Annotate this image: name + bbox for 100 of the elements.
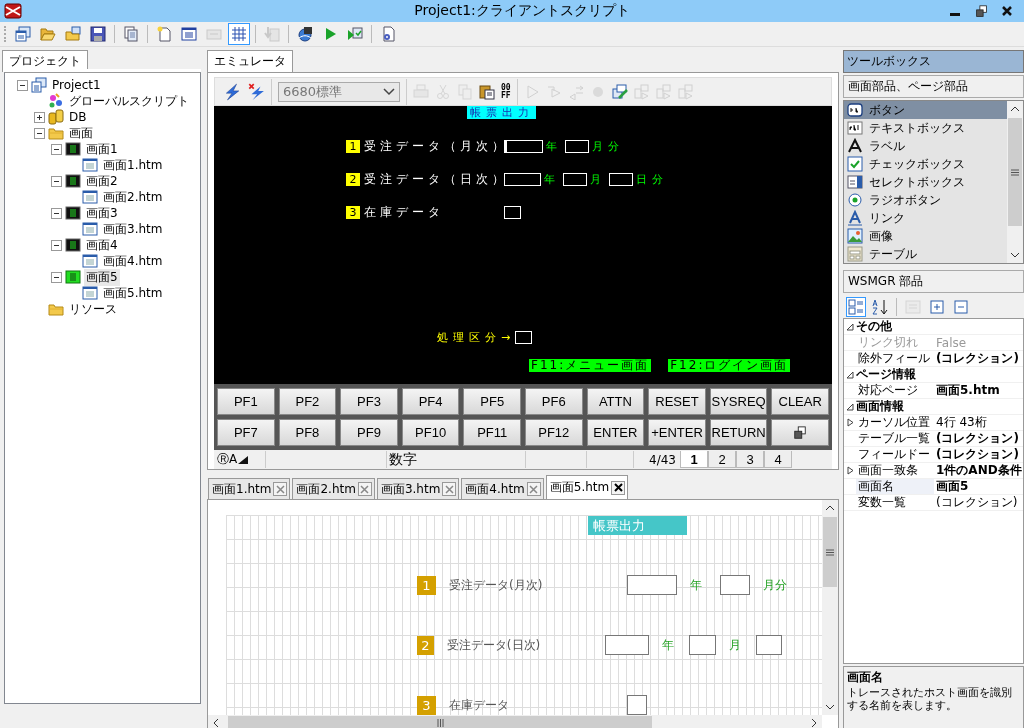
collapse-icon[interactable] [51,271,62,283]
page-tab[interactable]: 3 [736,451,764,468]
document-tab[interactable]: 画面2.htm [292,478,375,499]
collapse-icon[interactable] [846,322,854,331]
input-field[interactable] [720,575,750,595]
vertical-scrollbar[interactable] [822,500,838,715]
panel-tab[interactable]: エミュレータ [207,50,293,72]
input-field[interactable] [604,635,650,655]
property-value[interactable]: 画面5 [934,478,1023,496]
group-header[interactable]: 画面部品、ページ部品 [843,75,1024,98]
close-button[interactable] [611,480,626,495]
key-button[interactable]: PF4 [401,388,460,415]
tree-item[interactable]: 画面2.htm [101,188,165,206]
collapse-icon[interactable] [846,402,854,411]
document-tab[interactable]: 画面4.htm [461,478,544,499]
group-header[interactable]: WSMGR 部品 [843,270,1024,293]
horizontal-scrollbar[interactable] [208,715,822,728]
windows-button[interactable] [12,23,34,45]
key-button[interactable]: RETURN [709,419,768,446]
tree-item[interactable]: リソース [67,300,119,318]
lightning-icon[interactable] [223,82,241,101]
page-tab[interactable]: 2 [708,451,736,468]
key-button[interactable]: ATTN [586,388,645,415]
toolbox-item[interactable]: テーブル [844,245,1007,263]
edit-macro-icon[interactable] [611,83,628,100]
scroll-thumb[interactable] [228,716,652,728]
property-name[interactable]: 除外フィール [856,351,934,367]
lightning-cross-icon[interactable] [247,82,265,101]
categorized-button[interactable] [846,296,866,317]
collapse-icon[interactable] [51,175,62,187]
property-value[interactable]: 画面5.htm [934,382,1023,400]
toolbox-item[interactable]: 画像 [844,227,1007,245]
toolbox-item[interactable]: リンク [844,209,1007,227]
toolbox-item[interactable]: ラジオボタン [844,191,1007,209]
toolbox-item[interactable]: セレクトボックス [844,173,1007,191]
tree-item[interactable]: グローバルスクリプト [67,92,191,110]
property-value[interactable]: 4行 43桁 [934,414,1023,432]
tree-item[interactable]: 画面4.htm [101,252,165,270]
input-field[interactable] [627,575,677,595]
key-button[interactable]: PF3 [340,388,398,415]
collapse-icon[interactable] [34,127,45,139]
key-button[interactable]: SYSREQ [709,388,768,415]
property-value[interactable]: 1件のAND条件 [934,462,1023,480]
toolbox-item[interactable]: ボタン [844,101,1007,119]
key-button[interactable]: PF10 [401,419,460,446]
document-tab[interactable]: 画面3.htm [376,478,460,499]
panel-tab[interactable]: プロジェクト [2,50,88,72]
expand-icon[interactable] [846,418,854,428]
hex-button[interactable]: 00 FF [501,83,511,100]
key-button[interactable]: ENTER [586,419,645,446]
tree-item[interactable]: 画面3.htm [101,220,165,238]
scroll-thumb[interactable] [823,517,837,587]
property-name[interactable]: テーブル一覧 [856,431,934,447]
tree-item[interactable]: 画面2 [84,172,120,190]
scroll-thumb[interactable] [1008,118,1022,226]
window-button[interactable] [771,419,829,446]
key-button[interactable]: CLEAR [771,388,829,415]
expand-icon[interactable] [846,466,854,476]
collapse-icon[interactable] [51,239,62,251]
tree-item[interactable]: 画面5 [84,268,120,286]
collapse-icon[interactable] [17,79,28,91]
key-button[interactable]: PF9 [340,419,398,446]
tree-item[interactable]: 画面1 [84,140,120,158]
property-value[interactable]: (コレクション) [934,446,1023,464]
vertical-scrollbar[interactable] [1007,101,1023,263]
property-value[interactable]: (コレクション) [934,494,1023,512]
collapse-icon[interactable] [51,143,62,155]
expand-icon[interactable] [34,111,45,123]
tree-item[interactable]: 画面5.htm [101,284,165,302]
key-button[interactable]: PF11 [463,419,521,446]
key-button[interactable]: PF12 [525,419,583,446]
collapse-icon[interactable] [846,370,854,379]
key-button[interactable]: RESET [648,388,706,415]
tree-item[interactable]: DB [67,110,89,124]
tree-item[interactable]: 画面1.htm [101,156,165,174]
key-button[interactable]: PF8 [278,419,337,446]
toolbox-item[interactable]: ラベル [844,137,1007,155]
property-name[interactable]: フィールドー [856,447,934,463]
page-tab[interactable]: 4 [764,451,792,468]
key-button[interactable]: +ENTER [648,419,706,446]
tree-item[interactable]: 画面3 [84,204,120,222]
property-value[interactable]: (コレクション) [934,350,1023,368]
document-tab[interactable]: 画面5.htm [545,475,629,499]
paste-icon[interactable] [479,83,495,100]
tree-item[interactable]: 画面 [67,124,95,142]
property-value[interactable]: (コレクション) [934,430,1023,448]
collapse-icon[interactable] [51,207,62,219]
document-tab[interactable]: 画面1.htm [208,478,291,499]
tree-item[interactable]: 画面4 [84,236,120,254]
toolbox-item[interactable]: チェックボックス [844,155,1007,173]
property-name[interactable]: カーソル位置 [856,415,934,431]
input-field[interactable] [627,695,647,715]
key-button[interactable]: PF5 [463,388,521,415]
tree-item[interactable]: Project1 [50,78,103,92]
property-name[interactable]: 画面名 [856,479,934,495]
key-button[interactable]: PF1 [217,388,275,415]
property-name[interactable]: 画面一致条 [856,463,934,479]
page-tab[interactable]: 1 [680,451,708,468]
grid-button[interactable] [228,23,250,45]
toolbox-item[interactable]: テキストボックス [844,119,1007,137]
